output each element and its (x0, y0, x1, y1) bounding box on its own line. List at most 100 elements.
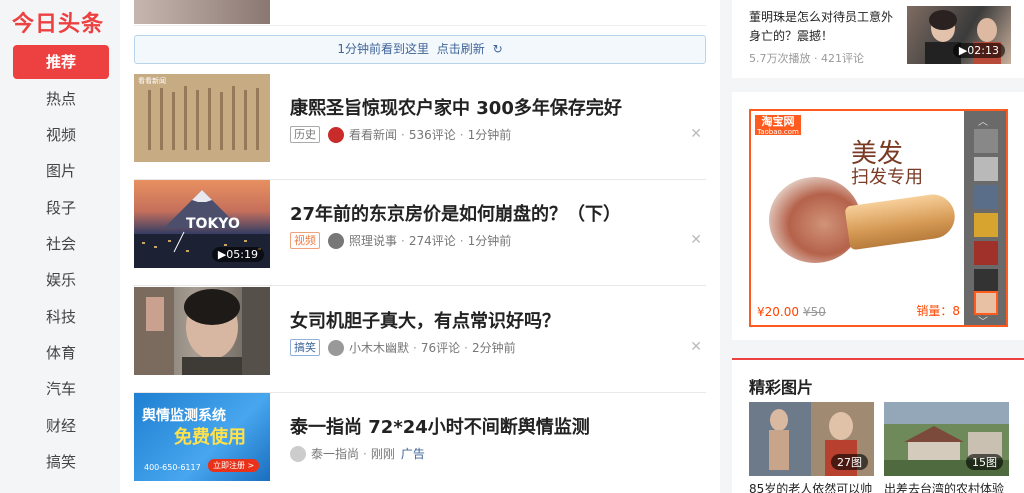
feed-item-thumbnail[interactable] (134, 287, 270, 375)
refresh-link[interactable]: 点击刷新 (437, 42, 485, 56)
thumbnail-watermark: 看看新闻 (138, 77, 166, 85)
hot-video-card[interactable]: 董明珠是怎么对待员工意外身亡的？震撼！ 5.7万次播放 · 421评论 ▶02:… (732, 0, 1024, 78)
ad-thumb-register-button[interactable]: 立即注册 > (208, 459, 260, 472)
right-column: 董明珠是怎么对待员工意外身亡的？震撼！ 5.7万次播放 · 421评论 ▶02:… (732, 0, 1024, 493)
ad-sales-count: 销量：8 (916, 304, 960, 318)
brush-handle-image (844, 191, 958, 251)
ad-price: ¥20.00 ¥50 (757, 305, 826, 319)
picture-card[interactable]: 15图 (884, 402, 1009, 476)
picture-card[interactable]: 27图 (749, 402, 874, 476)
category-tag[interactable]: 搞笑 (290, 339, 320, 356)
hot-video-title[interactable]: 董明珠是怎么对待员工意外身亡的？震撼！ (749, 8, 899, 46)
nav-item-hot[interactable]: 热点 (13, 82, 109, 116)
feed-item-thumbnail[interactable]: 看看新闻 (134, 74, 270, 162)
meta-separator: · (459, 127, 464, 142)
nav-item-jokes[interactable]: 段子 (13, 191, 109, 225)
ad-original-price: ¥50 (803, 305, 826, 319)
comment-count[interactable]: 421评论 (821, 52, 864, 65)
strip-thumb[interactable] (974, 269, 998, 293)
source-name[interactable]: 泰一指尚 (311, 445, 359, 462)
dismiss-icon[interactable]: ✕ (690, 126, 702, 142)
feed-item-meta: 搞笑 小木木幽默 · 76评论 · 2分钟前 (290, 339, 516, 356)
video-duration-badge: ▶05:19 (211, 247, 264, 262)
picture-caption[interactable]: 85岁的老人依然可以帅 (749, 480, 877, 493)
source-name[interactable]: 小木木幽默 (349, 339, 409, 356)
strip-down-arrow-icon[interactable]: ﹀ (978, 313, 988, 325)
taobao-ad-box[interactable]: 淘宝网Taobao.com 美发 扫发专用 ¥20.00¥50 销量：8 ︿ (732, 92, 1024, 340)
feed-item[interactable]: TOKYO ▶05:19 27年前的东京房价是如何崩盘的？（下） 视频 照理说事… (134, 180, 706, 286)
feed-item-meta: 历史 看看新闻 · 536评论 · 1分钟前 (290, 126, 511, 143)
ad-subline: 扫发专用 (851, 167, 923, 188)
source-avatar-icon[interactable] (328, 339, 344, 356)
strip-thumb[interactable] (974, 185, 998, 209)
strip-thumb[interactable] (974, 241, 998, 265)
meta-separator: · (464, 340, 468, 355)
nav-item-video[interactable]: 视频 (13, 118, 109, 152)
publish-time: 1分钟前 (467, 234, 512, 248)
comment-count[interactable]: 536评论 (409, 126, 456, 143)
feed-item-title[interactable]: 27年前的东京房价是如何崩盘的？（下） (290, 200, 621, 226)
strip-thumb[interactable] (974, 213, 998, 237)
hot-video-thumbnail[interactable]: ▶02:13 (907, 6, 1011, 64)
feed-item-meta: 视频 照理说事 · 274评论 · 1分钟前 (290, 232, 511, 249)
refresh-bar[interactable]: 1分钟前看到这里 点击刷新 ↻ (134, 35, 706, 64)
ad-thumbnail-strip[interactable]: ︿ ﹀ (964, 111, 1006, 325)
nav-item-cars[interactable]: 汽车 (13, 372, 109, 406)
feed-item[interactable]: 女司机胆子真大，有点常识好吗？ 搞笑 小木木幽默 · 76评论 · 2分钟前 ✕ (134, 287, 706, 393)
nav-item-sports[interactable]: 体育 (13, 336, 109, 370)
publish-time: 2分钟前 (471, 341, 516, 355)
previous-item-thumbnail[interactable] (134, 0, 270, 24)
picture-count-badge: 15图 (966, 454, 1003, 470)
previous-item-partial[interactable] (134, 0, 706, 26)
calligraphy-scroll-image (134, 74, 270, 162)
nav-item-entertainment[interactable]: 娱乐 (13, 263, 109, 297)
featured-pictures-title: 精彩图片 (749, 378, 814, 397)
feed-item-title[interactable]: 女司机胆子真大，有点常识好吗？ (290, 307, 560, 333)
source-avatar-icon[interactable] (328, 232, 344, 249)
picture-caption[interactable]: 出差去台湾的农村体验 (884, 480, 1012, 493)
taobao-logo[interactable]: 淘宝网 Taobao.com (755, 115, 801, 136)
nav-item-funny[interactable]: 搞笑 (13, 445, 109, 479)
dismiss-icon[interactable]: ✕ (690, 339, 702, 355)
site-logo[interactable]: 今日头条 (12, 6, 104, 38)
meta-separator: · (413, 340, 417, 355)
toutiao-page: 今日头条 推荐 热点 视频 图片 段子 社会 娱乐 科技 体育 汽车 财经 搞笑… (0, 0, 1024, 493)
feed-item[interactable]: 看看新闻 康熙圣旨惊现农户家中 300多年保存完好 历史 看看新闻 · 536评… (134, 74, 706, 180)
nav-item-tech[interactable]: 科技 (13, 300, 109, 334)
source-name[interactable]: 看看新闻 (349, 126, 397, 143)
thumbnail-caption: TOKYO (186, 216, 240, 232)
nav-item-society[interactable]: 社会 (13, 227, 109, 261)
ad-thumb-line2: 免费使用 (174, 427, 246, 448)
ad-label: 广告 (400, 447, 425, 461)
nav-item-images[interactable]: 图片 (13, 154, 109, 188)
strip-up-arrow-icon[interactable]: ︿ (978, 113, 988, 128)
meta-separator: · (401, 127, 405, 142)
strip-thumb[interactable] (974, 157, 998, 181)
comment-count[interactable]: 76评论 (421, 339, 460, 356)
feed-item-thumbnail[interactable]: TOKYO ▶05:19 (134, 180, 270, 268)
category-tag[interactable]: 历史 (290, 126, 320, 143)
publish-time: 刚刚 (370, 447, 395, 461)
ad-thumb-line1: 舆情监测系统 (142, 408, 226, 424)
category-tag[interactable]: 视频 (290, 232, 320, 249)
refresh-icon[interactable]: ↻ (493, 42, 503, 56)
comment-count[interactable]: 274评论 (409, 232, 456, 249)
feed-item-meta: 泰一指尚 · 刚刚 广告 (290, 445, 425, 462)
source-name[interactable]: 照理说事 (349, 232, 397, 249)
ad-thumbnail[interactable]: 舆情监测系统 免费使用 400-650-6117 立即注册 > (134, 393, 270, 481)
strip-thumb[interactable] (974, 129, 998, 153)
feed-item-title[interactable]: 泰一指尚 72*24小时不间断舆情监测 (290, 413, 590, 439)
feed-item-ad[interactable]: 舆情监测系统 免费使用 400-650-6117 立即注册 > 泰一指尚 72*… (134, 393, 706, 493)
refresh-last-seen-text: 1分钟前看到这里 (337, 42, 429, 56)
publish-time: 1分钟前 (467, 128, 512, 142)
nav-item-recommend[interactable]: 推荐 (13, 45, 109, 79)
feed-item-title[interactable]: 康熙圣旨惊现农户家中 300多年保存完好 (290, 94, 622, 120)
strip-thumb-selected[interactable] (974, 291, 998, 315)
taobao-ad-frame[interactable]: 淘宝网Taobao.com 美发 扫发专用 ¥20.00¥50 销量：8 ︿ (749, 109, 1008, 327)
nav-item-finance[interactable]: 财经 (13, 409, 109, 443)
meta-separator: · (814, 52, 821, 65)
source-avatar-icon[interactable] (290, 445, 306, 462)
dismiss-icon[interactable]: ✕ (690, 232, 702, 248)
source-avatar-icon[interactable] (328, 126, 344, 143)
meta-separator: · (459, 233, 464, 248)
